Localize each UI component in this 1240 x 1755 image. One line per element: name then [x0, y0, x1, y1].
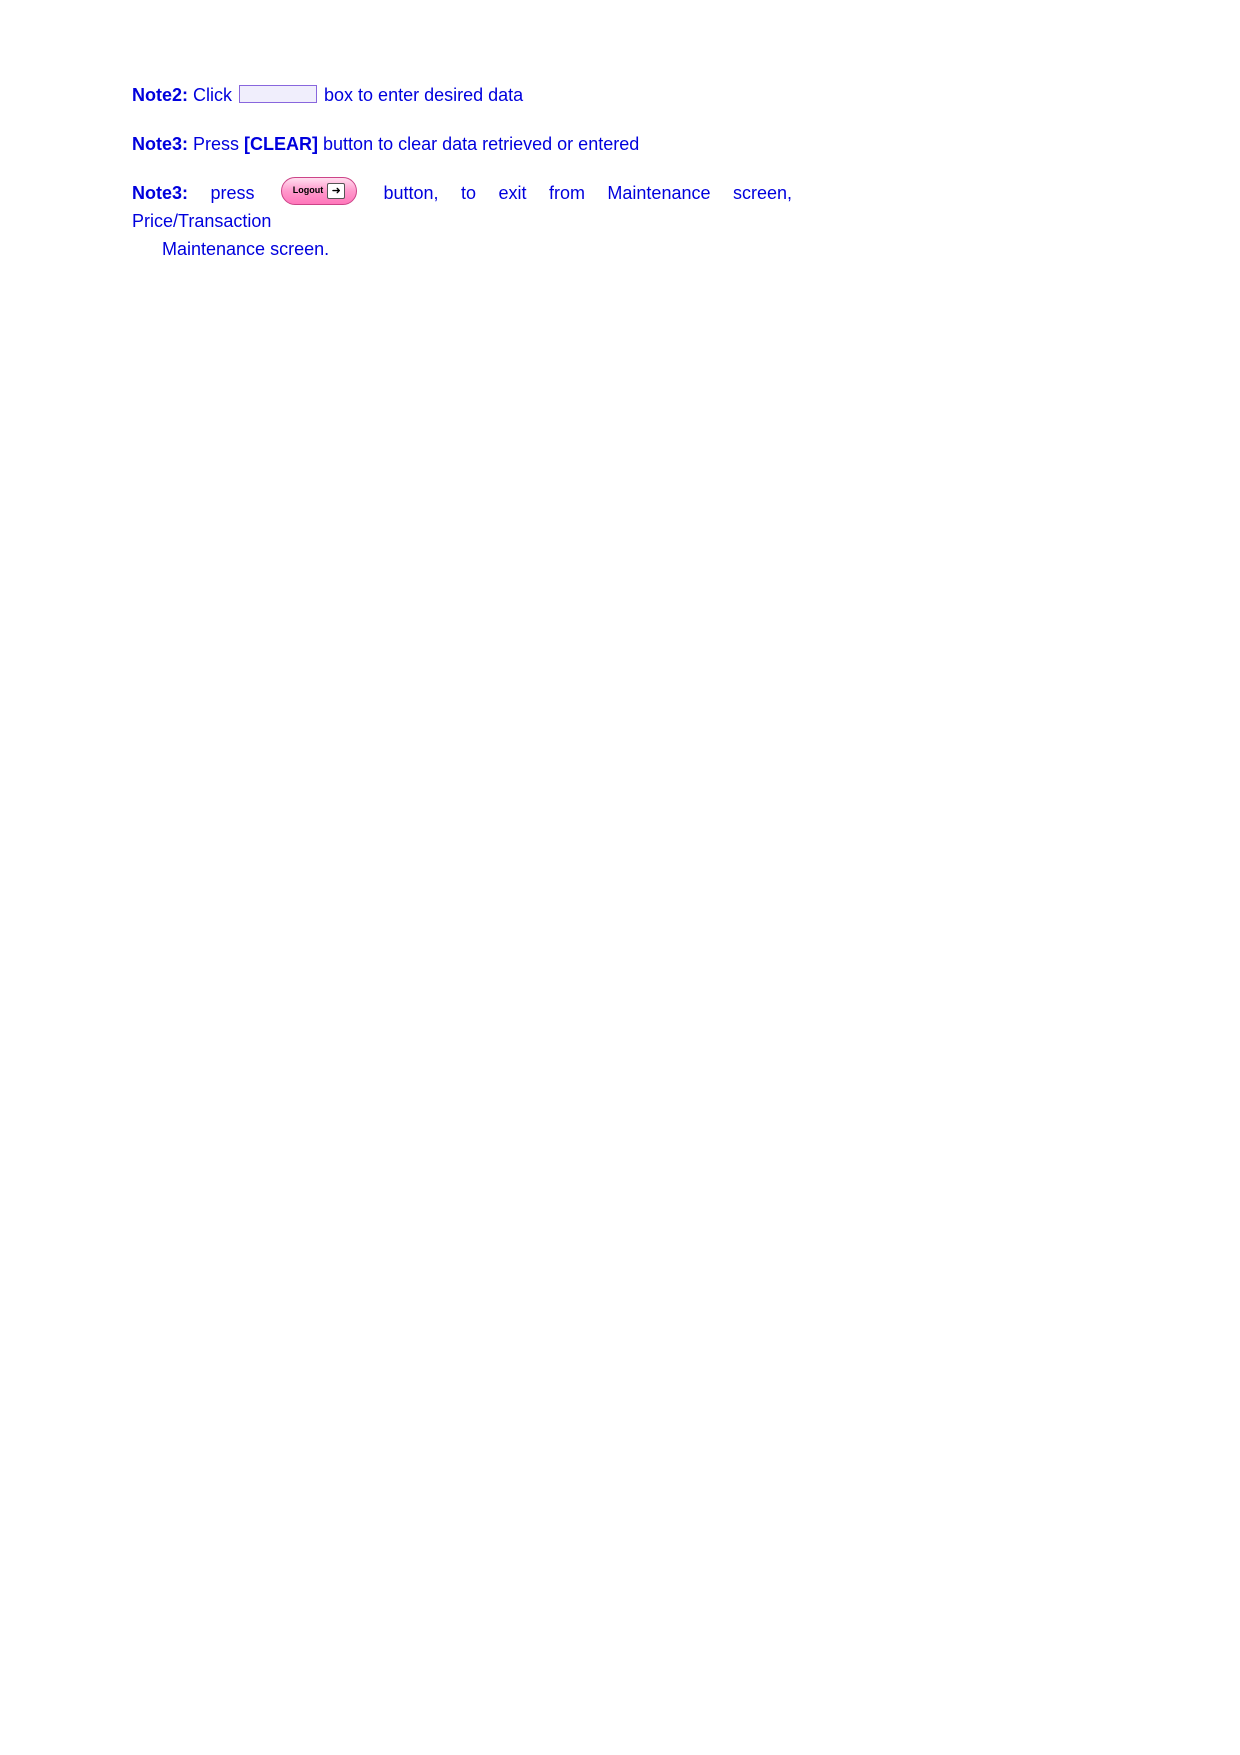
document-content: Note2: Click box to enter desired data N… [0, 0, 1240, 264]
note3a-text-after: button to clear data retrieved or entere… [318, 134, 639, 154]
note3b-block: Note3: press Logout ➜ button, to exit fr… [132, 180, 792, 264]
logout-button-icon: Logout ➜ [281, 177, 357, 205]
note3a-label: Note3: [132, 134, 188, 154]
note3b-line2: Maintenance screen. [162, 239, 329, 259]
note3b-text-before: press [188, 183, 277, 203]
note2-label: Note2: [132, 85, 188, 105]
note2-text-after: box to enter desired data [319, 85, 523, 105]
note3a-line: Note3: Press [CLEAR] button to clear dat… [132, 131, 792, 158]
note3a-bold: [CLEAR] [244, 134, 318, 154]
note2-line: Note2: Click box to enter desired data [132, 82, 792, 109]
logout-exit-icon: ➜ [327, 183, 345, 199]
input-box-icon [239, 85, 317, 103]
note3b-label: Note3: [132, 183, 188, 203]
note3a-text-before: Press [188, 134, 244, 154]
note2-text-before: Click [188, 85, 237, 105]
logout-button-label: Logout [293, 184, 324, 198]
